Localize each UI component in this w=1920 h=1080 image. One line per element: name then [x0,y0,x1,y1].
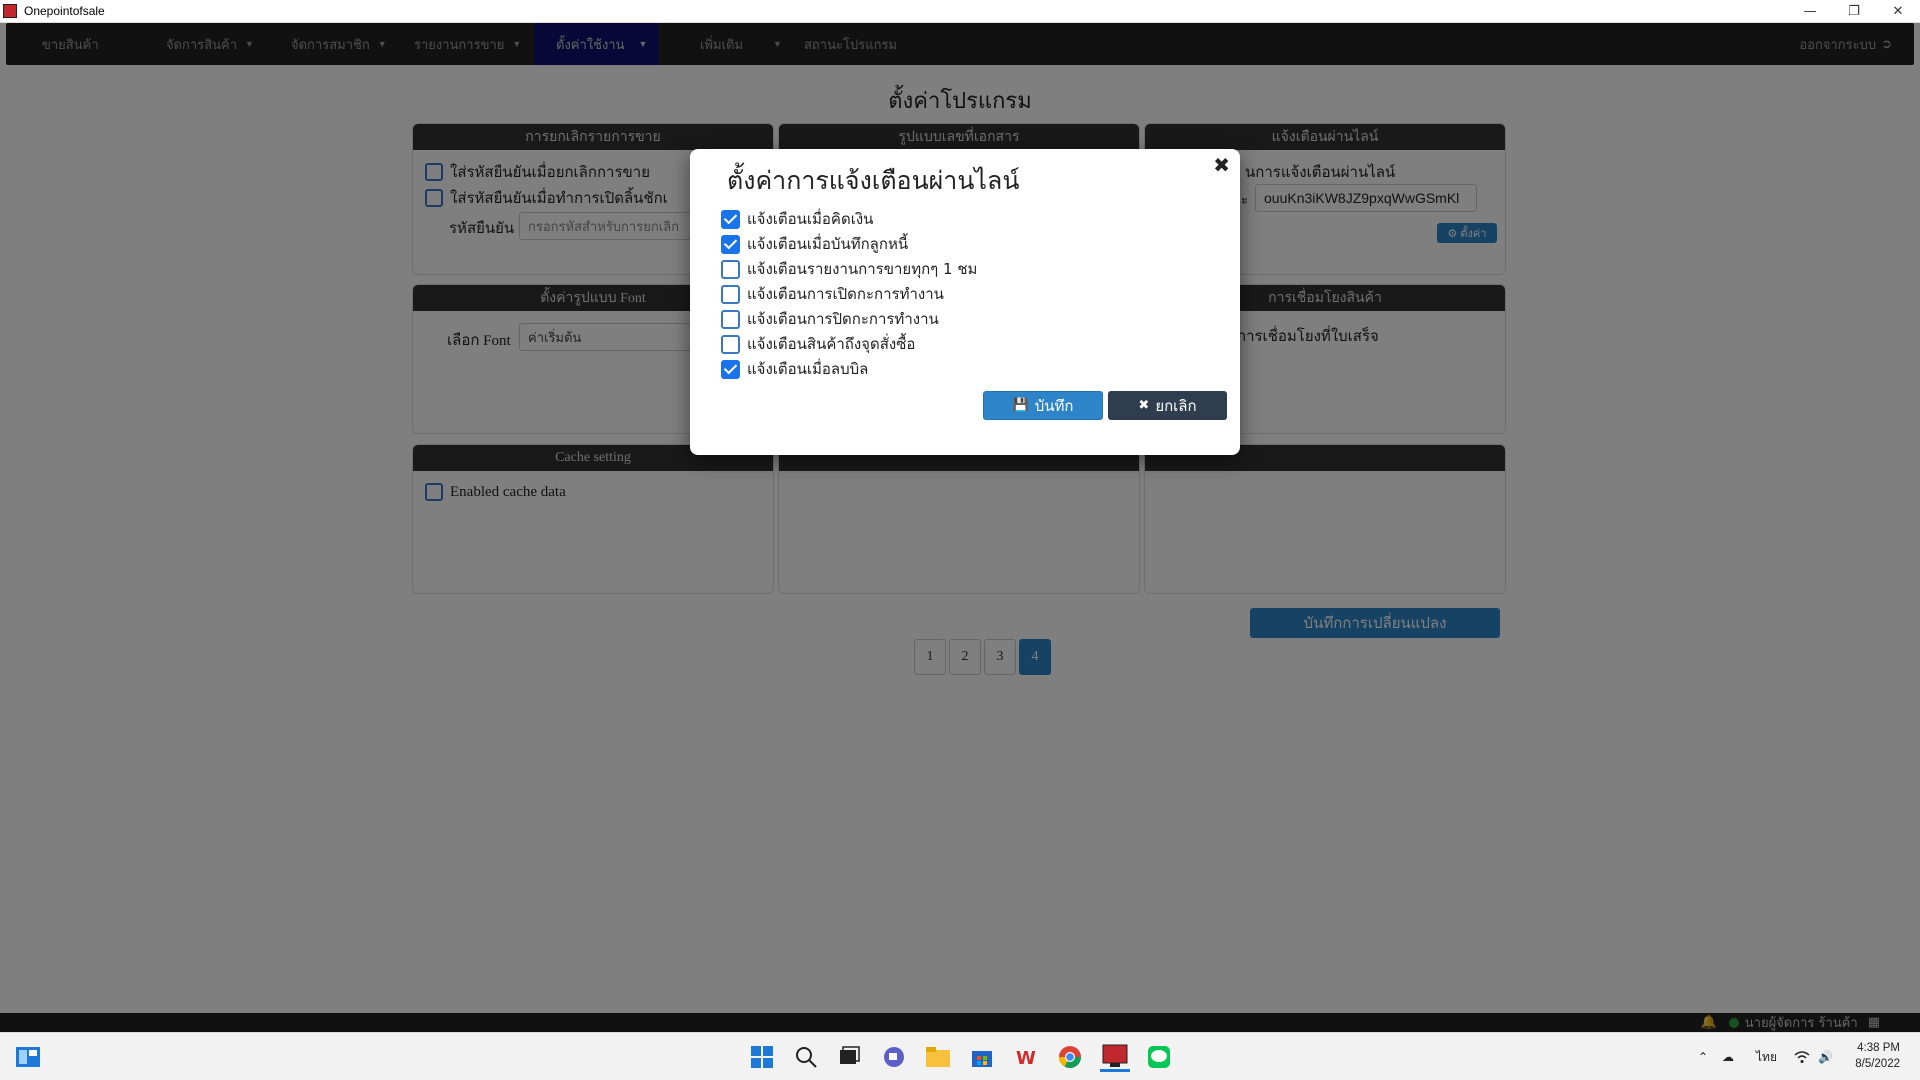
volume-icon[interactable]: 🔊 [1818,1033,1833,1080]
option-notify-shift-open[interactable]: แจ้งเตือนการเปิดกะการทำงาน [721,282,944,306]
show-hidden-icons-icon[interactable]: ⌃ [1698,1033,1708,1080]
window-titlebar: Onepointofsale — ❐ ✕ [0,0,1920,23]
checkbox[interactable] [721,309,740,329]
onedrive-icon[interactable]: ☁ [1722,1033,1734,1080]
option-label: แจ้งเตือนเมื่อลบบิล [747,360,869,378]
save-button[interactable]: 💾 บันทึก [983,391,1103,420]
checkbox-checked[interactable] [721,209,740,229]
checkbox[interactable] [721,259,740,279]
checkbox-checked[interactable] [721,359,740,379]
checkbox[interactable] [721,284,740,304]
search-icon[interactable] [791,1042,821,1072]
start-icon[interactable] [747,1042,777,1072]
option-label: แจ้งเตือนเมื่อคิดเงิน [747,210,874,228]
close-window-icon[interactable]: ✕ [1876,0,1920,23]
option-notify-hourly-report[interactable]: แจ้งเตือนรายงานการขายทุกๆ 1 ชม [721,257,977,281]
option-label: แจ้งเตือนรายงานการขายทุกๆ 1 ชม [747,260,978,278]
window-title: Onepointofsale [24,4,105,18]
app-logo-icon [3,4,17,18]
option-notify-reorder-point[interactable]: แจ้งเตือนสินค้าถึงจุดสั่งซื้อ [721,332,915,356]
option-notify-debtor[interactable]: แจ้งเตือนเมื่อบันทึกลูกหนี้ [721,232,908,256]
chat-icon[interactable] [879,1042,909,1072]
minimize-icon[interactable]: — [1788,0,1832,23]
checkbox[interactable] [721,334,740,354]
cancel-button[interactable]: ✖ ยกเลิก [1108,391,1227,420]
line-notify-settings-modal: ตั้งค่าการแจ้งเตือนผ่านไลน์ ✖ แจ้งเตือนเ… [690,149,1240,455]
clock-time: 4:38 PM [1857,1042,1900,1054]
microsoft-store-icon[interactable] [967,1042,997,1072]
option-label: แจ้งเตือนสินค้าถึงจุดสั่งซื้อ [747,335,916,353]
floppy-disk-icon: 💾 [1012,398,1029,413]
checkbox-checked[interactable] [721,234,740,254]
clock-date: 8/5/2022 [1855,1058,1900,1070]
widgets-icon[interactable] [13,1042,43,1072]
wifi-icon[interactable] [1794,1033,1810,1080]
option-label: แจ้งเตือนเมื่อบันทึกลูกหนี้ [747,235,909,253]
cancel-button-label: ยกเลิก [1155,396,1197,415]
window-controls: — ❐ ✕ [1788,0,1920,23]
svg-text:W: W [1016,1048,1036,1069]
task-view-icon[interactable] [834,1042,864,1072]
windows-taskbar: W ⌃ ☁ ไทย 🔊 4:38 PM 8/5/2022 [0,1032,1920,1080]
option-notify-delete-bill[interactable]: แจ้งเตือนเมื่อลบบิล [721,357,868,381]
wps-office-icon[interactable]: W [1011,1042,1041,1072]
chrome-icon[interactable] [1055,1042,1085,1072]
option-label: แจ้งเตือนการปิดกะการทำงาน [747,310,939,328]
x-icon: ✖ [1138,398,1150,413]
line-app-icon[interactable] [1144,1042,1174,1072]
onepointofsale-taskbar-icon[interactable] [1100,1042,1130,1072]
clock[interactable]: 4:38 PM 8/5/2022 [1855,1040,1900,1072]
option-notify-shift-close[interactable]: แจ้งเตือนการปิดกะการทำงาน [721,307,939,331]
modal-title: ตั้งค่าการแจ้งเตือนผ่านไลน์ [727,166,1020,195]
close-icon[interactable]: ✖ [1213,153,1230,177]
save-button-label: บันทึก [1034,396,1074,415]
file-explorer-icon[interactable] [923,1042,953,1072]
option-label: แจ้งเตือนการเปิดกะการทำงาน [747,285,944,303]
option-notify-checkout[interactable]: แจ้งเตือนเมื่อคิดเงิน [721,207,873,231]
restore-icon[interactable]: ❐ [1832,0,1876,23]
input-language[interactable]: ไทย [1756,1033,1777,1080]
